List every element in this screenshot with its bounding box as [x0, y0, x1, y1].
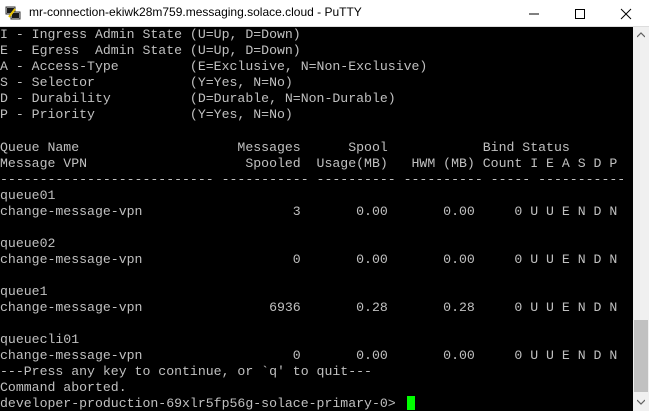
terminal-line: Command aborted.	[0, 380, 127, 395]
title-bar[interactable]: mr-connection-ekiwk28m759.messaging.sola…	[0, 0, 649, 27]
terminal-line: ---Press any key to continue, or `q' to …	[0, 364, 372, 379]
terminal-line: --------------------------- ----------- …	[0, 172, 626, 187]
maximize-button[interactable]	[557, 0, 603, 27]
terminal-line: change-message-vpn 3 0.00 0.00 0 U U E N…	[0, 204, 618, 219]
vertical-scrollbar[interactable]	[633, 27, 649, 411]
terminal-line: queue1	[0, 284, 48, 299]
terminal-line: change-message-vpn 0 0.00 0.00 0 U U E N…	[0, 252, 618, 267]
terminal-line: P - Priority (Y=Yes, N=No)	[0, 107, 293, 122]
terminal-line: A - Access-Type (E=Exclusive, N=Non-Excl…	[0, 59, 428, 74]
terminal-line: E - Egress Admin State (U=Up, D=Down)	[0, 43, 301, 58]
terminal-line: queue01	[0, 188, 56, 203]
terminal-line: Queue Name Messages Spool Bind Status	[0, 140, 570, 155]
terminal-line: S - Selector (Y=Yes, N=No)	[0, 75, 293, 90]
maximize-icon	[575, 9, 585, 19]
close-icon	[620, 8, 632, 20]
terminal-screen[interactable]: I - Ingress Admin State (U=Up, D=Down) E…	[0, 27, 633, 411]
terminal-line: change-message-vpn 0 0.00 0.00 0 U U E N…	[0, 348, 618, 363]
scroll-up-arrow-icon	[637, 32, 645, 38]
putty-window: mr-connection-ekiwk28m759.messaging.sola…	[0, 0, 649, 411]
scroll-down-arrow-icon	[637, 399, 645, 405]
scroll-up-button[interactable]	[633, 27, 649, 44]
terminal-line: change-message-vpn 6936 0.28 0.28 0 U U …	[0, 300, 618, 315]
close-button[interactable]	[603, 0, 649, 27]
terminal-line: queuecli01	[0, 332, 80, 347]
terminal-line: Message VPN Spooled Usage(MB) HWM (MB) C…	[0, 156, 618, 171]
command-prompt[interactable]: developer-production-69xlr5fp56g-solace-…	[0, 396, 404, 411]
scrollbar-thumb[interactable]	[634, 320, 648, 392]
terminal-line: queue02	[0, 236, 56, 251]
terminal-cursor	[407, 396, 415, 410]
minimize-icon	[529, 13, 539, 15]
window-title: mr-connection-ekiwk28m759.messaging.sola…	[29, 5, 362, 19]
terminal-line: I - Ingress Admin State (U=Up, D=Down)	[0, 27, 301, 42]
terminal-line: D - Durability (D=Durable, N=Non-Durable…	[0, 91, 396, 106]
scroll-down-button[interactable]	[633, 394, 649, 411]
putty-icon[interactable]	[5, 5, 21, 21]
minimize-button[interactable]	[511, 0, 557, 27]
